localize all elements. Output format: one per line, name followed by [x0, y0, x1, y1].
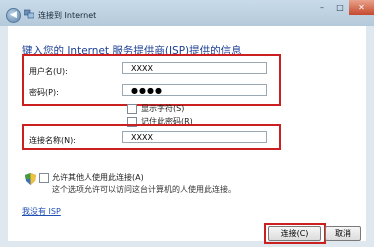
uac-shield-icon [25, 173, 36, 185]
allow-others-checkbox[interactable] [39, 173, 49, 183]
username-label: 用户名(U): [29, 67, 68, 76]
password-field[interactable]: ●●●● [122, 84, 267, 96]
connection-name-field[interactable]: XXXX [122, 131, 267, 143]
title-bar: ◀ 连接到 Internet – □ ✕ [0, 0, 374, 26]
back-button[interactable]: ◀ [6, 8, 21, 23]
show-characters-checkbox[interactable] [127, 104, 137, 114]
back-arrow-icon: ◀ [10, 10, 17, 20]
cancel-button[interactable]: 取消 [325, 226, 361, 241]
minimize-icon: – [320, 3, 324, 12]
connect-button[interactable]: 连接(C) [268, 226, 321, 241]
password-label: 密码(P): [29, 88, 59, 97]
maximize-icon: □ [336, 3, 344, 12]
minimize-button[interactable]: – [313, 0, 331, 15]
username-field[interactable]: XXXX [122, 62, 267, 74]
maximize-button[interactable]: □ [331, 0, 349, 15]
no-isp-link[interactable]: 我没有 ISP [22, 206, 61, 217]
close-icon: ✕ [358, 3, 365, 12]
connection-name-label: 连接名称(N): [29, 136, 76, 145]
allow-others-label: 允许其他人使用此连接(A) [52, 173, 144, 182]
allow-others-description: 这个选项允许可以访问这台计算机的人使用此连接。 [52, 185, 236, 194]
show-characters-label: 显示字符(S) [141, 104, 185, 113]
window-title: 连接到 Internet [38, 11, 97, 20]
network-connection-icon [24, 9, 34, 19]
close-button[interactable]: ✕ [349, 0, 374, 15]
